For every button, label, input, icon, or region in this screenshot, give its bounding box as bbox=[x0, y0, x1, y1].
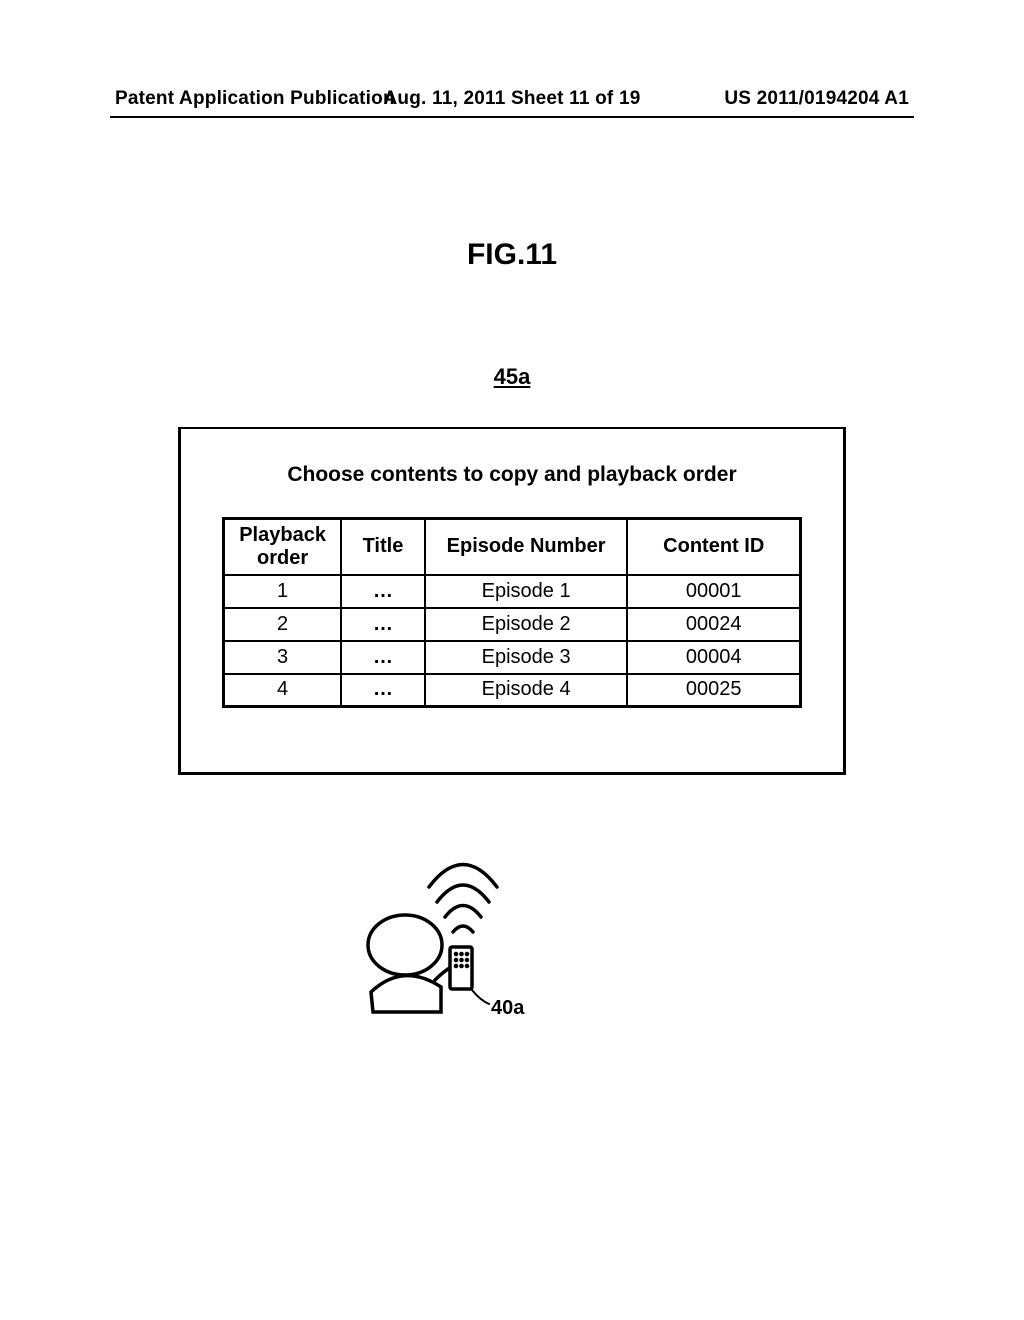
header-rule bbox=[110, 116, 914, 118]
screen-title: Choose contents to copy and playback ord… bbox=[181, 463, 843, 487]
cell-order: 2 bbox=[224, 608, 342, 641]
content-table: Playback order Title Episode Number Cont… bbox=[222, 517, 802, 708]
table-row: 2 … Episode 2 00024 bbox=[224, 608, 801, 641]
cell-content-id: 00001 bbox=[627, 575, 800, 608]
page: Patent Application Publication Aug. 11, … bbox=[0, 0, 1024, 1320]
cell-order: 1 bbox=[224, 575, 342, 608]
col-content-id: Content ID bbox=[627, 519, 800, 575]
cell-title: … bbox=[341, 641, 425, 674]
table-row: 1 … Episode 1 00001 bbox=[224, 575, 801, 608]
cell-order: 4 bbox=[224, 674, 342, 707]
page-header: Patent Application Publication Aug. 11, … bbox=[115, 88, 909, 110]
cell-episode: Episode 2 bbox=[425, 608, 628, 641]
table-row: 3 … Episode 3 00004 bbox=[224, 641, 801, 674]
col-title: Title bbox=[341, 519, 425, 575]
device-ref-label: 40a bbox=[491, 997, 525, 1019]
figure-reference: 45a bbox=[0, 364, 1024, 390]
cell-content-id: 00024 bbox=[627, 608, 800, 641]
cell-title: … bbox=[341, 674, 425, 707]
cell-content-id: 00004 bbox=[627, 641, 800, 674]
table-row: 4 … Episode 4 00025 bbox=[224, 674, 801, 707]
cell-episode: Episode 4 bbox=[425, 674, 628, 707]
figure-label: FIG.11 bbox=[0, 238, 1024, 272]
table-header-row: Playback order Title Episode Number Cont… bbox=[224, 519, 801, 575]
cell-episode: Episode 3 bbox=[425, 641, 628, 674]
user-with-device-icon: 40a bbox=[343, 852, 543, 1032]
col-playback-order: Playback order bbox=[224, 519, 342, 575]
cell-title: … bbox=[341, 575, 425, 608]
cell-episode: Episode 1 bbox=[425, 575, 628, 608]
cell-content-id: 00025 bbox=[627, 674, 800, 707]
cell-title: … bbox=[341, 608, 425, 641]
ui-screen: Choose contents to copy and playback ord… bbox=[178, 427, 846, 775]
header-center: Aug. 11, 2011 Sheet 11 of 19 bbox=[115, 88, 909, 110]
col-episode-number: Episode Number bbox=[425, 519, 628, 575]
cell-order: 3 bbox=[224, 641, 342, 674]
